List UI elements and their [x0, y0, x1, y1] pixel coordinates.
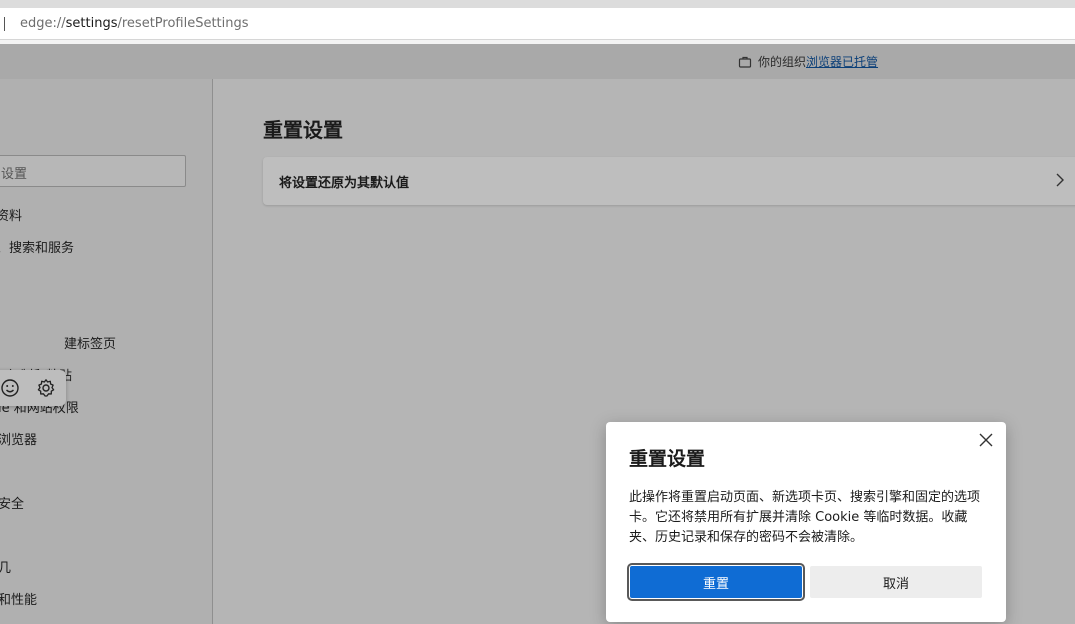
reset-settings-dialog: 重置设置 此操作将重置启动页面、新选项卡页、搜索引擎和固定的选项卡。它还将禁用所… [606, 422, 1006, 622]
smiley-icon[interactable] [0, 378, 20, 398]
address-bar[interactable]: edge://settings/resetProfileSettings [0, 8, 1075, 40]
settings-sidebar: 设置 资料 、搜索和服务 建标签页 复制和粘贴 ie 和网站权限 浏览器 安全 … [0, 79, 213, 624]
restore-defaults-label: 将设置还原为其默认值 [279, 176, 410, 191]
sidebar-item-family-safety[interactable]: 安全 [0, 493, 24, 512]
url-prefix: edge:// [20, 16, 66, 31]
cancel-button[interactable]: 取消 [810, 566, 982, 598]
sidebar-item-profiles[interactable]: 资料 [0, 205, 22, 224]
managed-prefix: 你的组织 [758, 55, 807, 69]
reset-button[interactable]: 重置 [627, 563, 805, 601]
managed-link[interactable]: 浏览器已托管 [806, 55, 878, 69]
sidebar-item-default-browser[interactable]: 浏览器 [0, 429, 37, 448]
restore-defaults-row[interactable]: 将设置还原为其默认值 [263, 157, 1075, 205]
url-host: settings [65, 16, 118, 31]
sidebar-item-privacy-search[interactable]: 、搜索和服务 [0, 237, 74, 256]
url-path: /resetProfileSettings [117, 16, 249, 31]
managed-banner: 你的组织浏览器已托管 [0, 44, 1075, 79]
dialog-title: 重置设置 [629, 448, 706, 470]
sidebar-item-performance[interactable]: 和性能 [0, 589, 37, 608]
url-text[interactable]: edge://settings/resetProfileSettings [20, 16, 249, 31]
window-top-strip [0, 0, 1075, 8]
dialog-message: 此操作将重置启动页面、新选项卡页、搜索引擎和固定的选项卡。它还将禁用所有扩展并清… [629, 490, 981, 545]
briefcase-icon [738, 56, 752, 68]
floating-toolbar [0, 370, 66, 406]
search-settings-input[interactable]: 设置 [0, 155, 186, 187]
gear-icon[interactable] [36, 378, 56, 398]
sidebar-item-phone[interactable]: 几 [0, 557, 11, 576]
close-icon[interactable] [978, 432, 994, 448]
page-title: 重置设置 [263, 118, 343, 142]
sidebar-item-new-tab[interactable]: 建标签页 [64, 333, 116, 352]
text-caret [4, 17, 5, 31]
search-placeholder: 设置 [1, 167, 28, 182]
chevron-right-icon [1056, 173, 1064, 187]
managed-notice: 你的组织浏览器已托管 [738, 53, 878, 70]
